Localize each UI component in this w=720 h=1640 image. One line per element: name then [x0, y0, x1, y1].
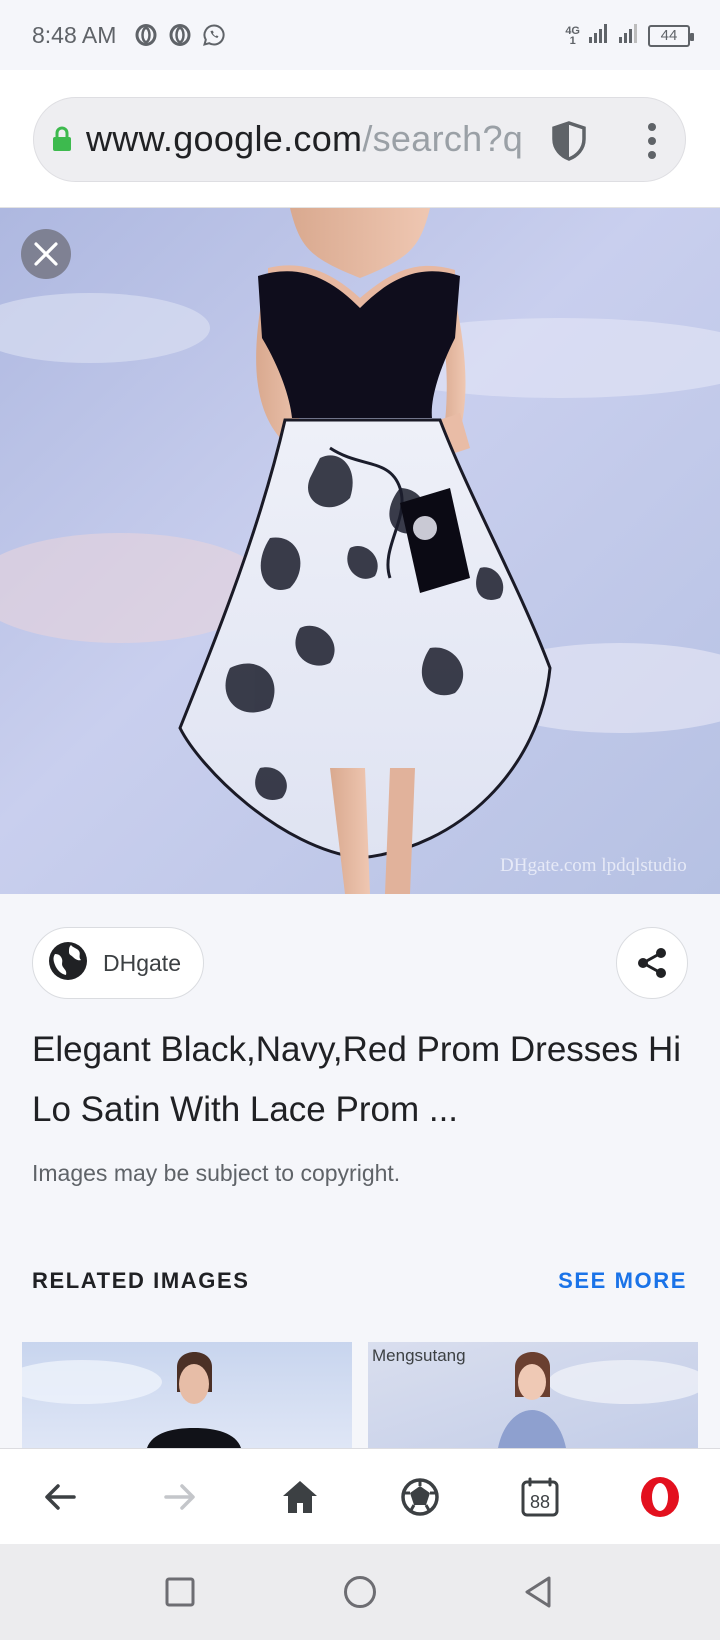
lock-icon	[52, 126, 78, 154]
preview-image[interactable]: DHgate.com lpdqlstudio	[0, 208, 720, 894]
share-button[interactable]	[616, 927, 688, 999]
related-image-thumbnail[interactable]	[22, 1342, 352, 1448]
recents-button[interactable]	[156, 1568, 204, 1616]
source-chip[interactable]: DHgate	[32, 927, 204, 999]
opera-icon	[167, 22, 193, 48]
signal-icon	[588, 22, 610, 49]
back-triangle-icon	[525, 1576, 551, 1608]
back-system-button[interactable]	[514, 1568, 562, 1616]
tabs-icon: 88	[521, 1477, 559, 1517]
home-circle-icon	[344, 1576, 376, 1608]
forward-icon	[164, 1484, 195, 1510]
browser-toolbar: www.google.com/search?q	[0, 70, 720, 208]
home-system-button[interactable]	[336, 1568, 384, 1616]
source-label: DHgate	[103, 949, 181, 976]
forward-button[interactable]	[154, 1471, 206, 1523]
globe-icon	[47, 940, 89, 987]
tabs-button[interactable]: 88	[514, 1471, 566, 1523]
ad-blocker-shield-icon[interactable]	[546, 118, 592, 164]
system-navigation-bar	[0, 1544, 720, 1640]
copyright-notice: Images may be subject to copyright.	[32, 1160, 401, 1186]
home-icon	[283, 1481, 317, 1513]
thumbnail-caption: Mengsutang	[372, 1346, 466, 1365]
tabs-count: 88	[530, 1492, 550, 1512]
close-button[interactable]	[21, 229, 71, 279]
back-button[interactable]	[34, 1471, 86, 1523]
whatsapp-icon	[201, 22, 227, 48]
related-images-heading: RELATED IMAGES	[32, 1268, 250, 1293]
close-icon	[34, 242, 58, 266]
opera-menu-icon	[641, 1477, 679, 1517]
opera-icon	[133, 22, 159, 48]
home-button[interactable]	[274, 1471, 326, 1523]
system-status: 4G 1 44	[565, 22, 694, 49]
speed-dial-icon	[401, 1478, 439, 1516]
status-time: 8:48 AM	[32, 22, 117, 48]
image-title[interactable]: Elegant Black,Navy,Red Prom Dresses Hi L…	[32, 1020, 692, 1140]
browser-bottom-bar: 88	[0, 1448, 720, 1544]
battery-indicator: 44	[648, 24, 694, 47]
signal-icon	[618, 22, 640, 49]
see-more-link[interactable]: SEE MORE	[558, 1268, 687, 1294]
recents-icon	[165, 1577, 195, 1607]
speed-dial-button[interactable]	[394, 1471, 446, 1523]
back-icon	[45, 1484, 76, 1510]
url-text[interactable]: www.google.com/search?q	[86, 118, 566, 160]
image-watermark: DHgate.com lpdqlstudio	[500, 855, 687, 876]
network-type: 4G 1	[565, 24, 580, 47]
related-image-thumbnail[interactable]: Mengsutang	[368, 1342, 698, 1448]
more-options-icon[interactable]	[634, 118, 670, 164]
share-icon	[638, 948, 666, 978]
address-bar[interactable]: www.google.com/search?q	[33, 97, 686, 182]
notification-icons	[133, 22, 227, 48]
status-bar: 8:48 AM 4G 1 44	[0, 0, 720, 70]
opera-menu-button[interactable]	[634, 1471, 686, 1523]
